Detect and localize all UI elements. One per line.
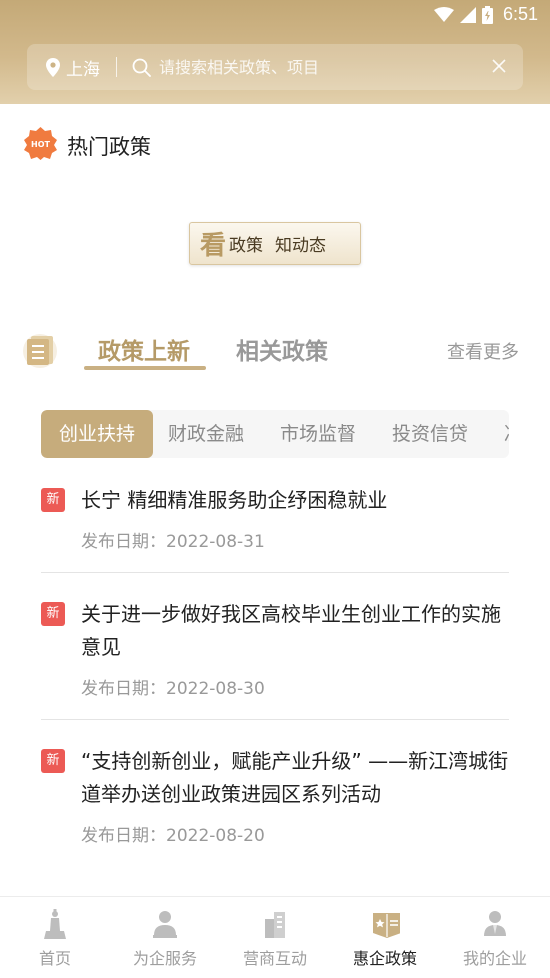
policy-icon — [373, 913, 400, 938]
banner-big-char: 看 — [200, 231, 227, 261]
wifi-icon — [433, 6, 454, 22]
battery-icon — [481, 5, 493, 24]
banner-text-policy: 政策 — [229, 236, 264, 256]
status-bar: 6:51 — [0, 0, 550, 32]
news-date: 发布日期：2022-08-30 — [81, 679, 265, 699]
new-tag-badge: 新 — [41, 488, 65, 512]
news-title[interactable]: “支持创新创业，赋能产业升级” ——新江湾城街道举办送创业政策进园区系列活动 — [81, 745, 511, 811]
list-icon — [23, 334, 57, 368]
banner-text-news: 知动态 — [275, 236, 327, 256]
home-icon — [44, 909, 66, 939]
news-date: 发布日期：2022-08-31 — [81, 532, 265, 552]
search-divider — [116, 57, 117, 77]
new-tag-badge: 新 — [41, 749, 65, 773]
chip-startup-support[interactable]: 创业扶持 — [41, 410, 153, 458]
chip-market-supervision[interactable]: 市场监督 — [280, 410, 356, 458]
news-date: 发布日期：2022-08-20 — [81, 826, 265, 846]
hot-policies-title: 热门政策 — [67, 135, 151, 159]
city-selector[interactable]: 上海 — [66, 55, 100, 80]
list-divider — [41, 719, 509, 720]
clear-icon[interactable] — [490, 57, 508, 75]
signal-icon — [459, 6, 476, 23]
status-time: 6:51 — [502, 4, 538, 24]
tab-new-policies[interactable]: 政策上新 — [98, 332, 190, 366]
new-tag-badge: 新 — [41, 602, 65, 626]
chip-finance[interactable]: 财政金融 — [168, 410, 244, 458]
search-bar[interactable]: 上海 — [27, 44, 523, 90]
category-chips: 创业扶持 财政金融 市场监督 投资信贷 决 — [41, 410, 509, 458]
chip-next[interactable]: 决 — [504, 410, 509, 458]
tabbar-item-service[interactable]: 为企服务 — [110, 897, 220, 978]
header: 6:51 上海 — [0, 0, 550, 104]
tabbar-label: 为企服务 — [132, 949, 197, 968]
tabbar-item-interaction[interactable]: 营商互动 — [220, 897, 330, 978]
search-input[interactable] — [159, 57, 479, 77]
location-pin-icon[interactable] — [46, 57, 60, 77]
tabbar-item-policy[interactable]: 惠企政策 — [330, 897, 440, 978]
policy-banner[interactable]: 看 政策 知动态 — [189, 222, 361, 265]
tab-underline — [84, 366, 206, 370]
search-icon — [132, 58, 151, 77]
bottom-tab-bar: 首页 为企服务 营商互动 惠企政策 我的企业 — [0, 896, 550, 978]
chip-investment-credit[interactable]: 投资信贷 — [392, 410, 468, 458]
news-title[interactable]: 关于进一步做好我区高校毕业生创业工作的实施意见 — [81, 598, 511, 664]
tabbar-label: 首页 — [38, 949, 71, 968]
service-icon — [153, 911, 177, 938]
list-divider — [41, 572, 509, 573]
view-more-link[interactable]: 查看更多 — [447, 338, 519, 364]
building-icon — [265, 912, 285, 938]
tabbar-label: 我的企业 — [462, 949, 527, 968]
hot-badge-icon: HOT — [24, 127, 57, 160]
svg-text:HOT: HOT — [31, 140, 50, 149]
news-title[interactable]: 长宁 精细精准服务助企纾困稳就业 — [81, 484, 511, 517]
tabbar-label: 营商互动 — [242, 949, 307, 968]
tabbar-item-my-company[interactable]: 我的企业 — [440, 897, 550, 978]
status-icons: 6:51 — [433, 4, 538, 25]
tab-related-policies[interactable]: 相关政策 — [236, 332, 328, 366]
user-icon — [484, 911, 506, 936]
tabbar-label: 惠企政策 — [352, 949, 417, 968]
tabbar-item-home[interactable]: 首页 — [0, 897, 110, 978]
